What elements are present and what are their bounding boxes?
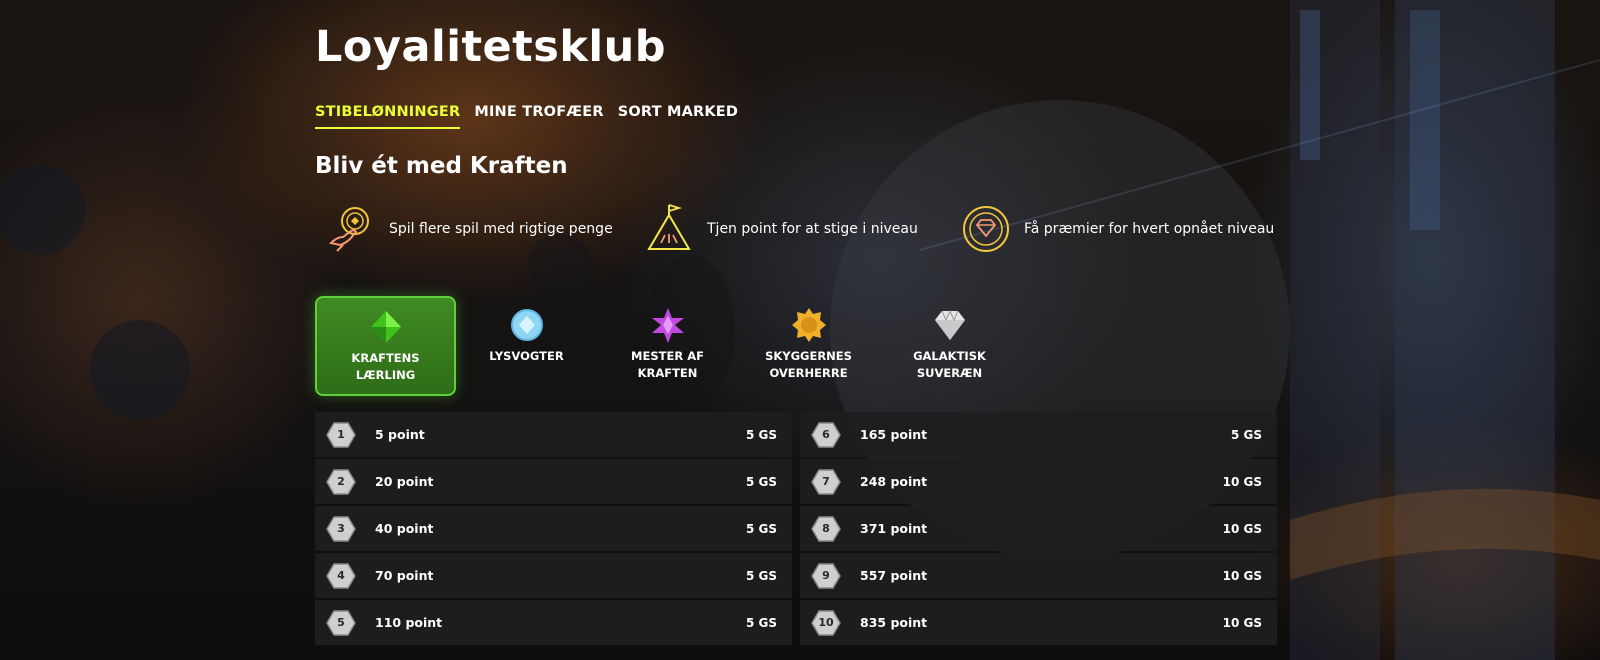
level-number: 6 [822,427,830,441]
feature-item: Få præmier for hvert opnået niveau [960,203,1274,255]
tier-name-line1: MESTER AF [631,349,704,363]
level-badge: 4 [326,562,356,589]
tab-path-rewards[interactable]: STIBELØNNINGER [315,104,461,129]
level-badge: 2 [326,468,356,495]
purple-star-gem-icon [651,308,684,343]
level-number: 3 [337,521,345,535]
feature-list: Spil flere spil med rigtige penge Tjen p… [315,203,1277,259]
tier-name-line1: SKYGGERNES [765,349,852,363]
feature-text: Tjen point for at stige i niveau [707,221,918,237]
white-diamond-icon [934,309,965,340]
level-reward: 5 GS [745,568,777,583]
level-badge: 1 [326,421,356,448]
level-points: 110 point [375,615,443,630]
table-row: 4 70 point 5 GS [315,553,792,598]
level-badge: 9 [811,562,841,589]
level-reward: 5 GS [745,615,777,630]
level-points: 40 point [375,521,434,536]
tier-kraftens-laerling[interactable]: KRAFTENS LÆRLING [315,296,456,396]
level-reward: 5 GS [745,474,777,489]
level-badge: 7 [811,468,841,495]
tier-name-line2: SUVERÆN [916,366,983,380]
tab-black-market[interactable]: SORT MARKED [618,104,738,129]
tier-name: SKYGGERNES OVERHERRE [749,348,869,382]
tab-my-trophies[interactable]: MINE TROFÆER [474,104,603,129]
level-reward: 5 GS [745,427,777,442]
tier-name: MESTER AF KRAFTEN [608,348,728,382]
level-number: 7 [822,474,830,488]
levels-tables: 1 5 point 5 GS 2 20 point 5 GS 3 40 poin… [315,412,1277,647]
blue-gem-icon [510,309,543,341]
feature-text: Spil flere spil med rigtige penge [389,221,613,237]
level-reward: 10 GS [1222,474,1262,489]
level-badge: 8 [811,515,841,542]
level-points: 371 point [860,521,928,536]
level-number: 5 [337,615,345,629]
tier-name: KRAFTENS LÆRLING [326,350,446,384]
loyalty-club-panel: Loyalitetsklub STIBELØNNINGER MINE TROFÆ… [315,0,1277,660]
level-reward: 5 GS [745,521,777,536]
level-points: 165 point [860,427,928,442]
level-reward: 10 GS [1222,568,1262,583]
level-reward: 10 GS [1222,615,1262,630]
table-row: 8 371 point 10 GS [800,506,1277,551]
table-row: 3 40 point 5 GS [315,506,792,551]
level-points: 248 point [860,474,928,489]
tier-name: LYSVOGTER [467,348,587,365]
tier-selector: KRAFTENS LÆRLING LYSVOGTER MESTER AF KRA… [315,296,1020,396]
tier-name-line2: KRAFTEN [637,366,698,380]
tab-bar: STIBELØNNINGER MINE TROFÆER SORT MARKED [315,104,738,129]
table-row: 10 835 point 10 GS [800,600,1277,645]
table-row: 2 20 point 5 GS [315,459,792,504]
level-badge: 5 [326,609,356,636]
mountain-flag-icon [647,204,691,250]
level-number: 1 [337,427,345,441]
tier-skyggernes-overherre[interactable]: SKYGGERNES OVERHERRE [738,296,879,396]
page-title: Loyalitetsklub [315,22,667,72]
level-points: 5 point [375,427,425,442]
level-number: 2 [337,474,345,488]
tier-name: GALAKTISK SUVERÆN [890,348,1010,382]
level-badge: 6 [811,421,841,448]
level-number: 8 [822,521,830,535]
table-row: 7 248 point 10 GS [800,459,1277,504]
level-number: 4 [337,568,345,582]
tier-galaktisk-suveraen[interactable]: GALAKTISK SUVERÆN [879,296,1020,396]
level-points: 835 point [860,615,928,630]
level-points: 557 point [860,568,928,583]
gold-sun-gem-icon [791,308,826,342]
level-badge: 10 [811,609,841,636]
tier-name-line2: OVERHERRE [769,366,848,380]
feature-item: Spil flere spil med rigtige penge [325,203,613,255]
level-number: 10 [818,615,834,629]
section-subtitle: Bliv ét med Kraften [315,153,568,179]
level-points: 70 point [375,568,434,583]
level-badge: 3 [326,515,356,542]
table-row: 5 110 point 5 GS [315,600,792,645]
tier-name-line2: LÆRLING [355,368,416,382]
tier-lysvogter[interactable]: LYSVOGTER [456,296,597,396]
feature-item: Tjen point for at stige i niveau [643,203,918,255]
table-row: 1 5 point 5 GS [315,412,792,457]
coin-hand-icon [329,207,369,252]
table-row: 6 165 point 5 GS [800,412,1277,457]
tier-name-line1: GALAKTISK [913,349,986,363]
tier-name-line1: KRAFTENS [351,351,420,365]
level-reward: 10 GS [1222,521,1262,536]
green-gem-icon [370,311,401,343]
tier-name-line1: LYSVOGTER [489,349,564,363]
level-points: 20 point [375,474,434,489]
tier-mester-af-kraften[interactable]: MESTER AF KRAFTEN [597,296,738,396]
level-reward: 5 GS [1230,427,1262,442]
levels-table-left: 1 5 point 5 GS 2 20 point 5 GS 3 40 poin… [315,412,792,647]
diamond-coin-icon [963,206,1009,252]
level-number: 9 [822,568,830,582]
levels-table-right: 6 165 point 5 GS 7 248 point 10 GS 8 371… [800,412,1277,647]
feature-text: Få præmier for hvert opnået niveau [1024,221,1275,237]
table-row: 9 557 point 10 GS [800,553,1277,598]
